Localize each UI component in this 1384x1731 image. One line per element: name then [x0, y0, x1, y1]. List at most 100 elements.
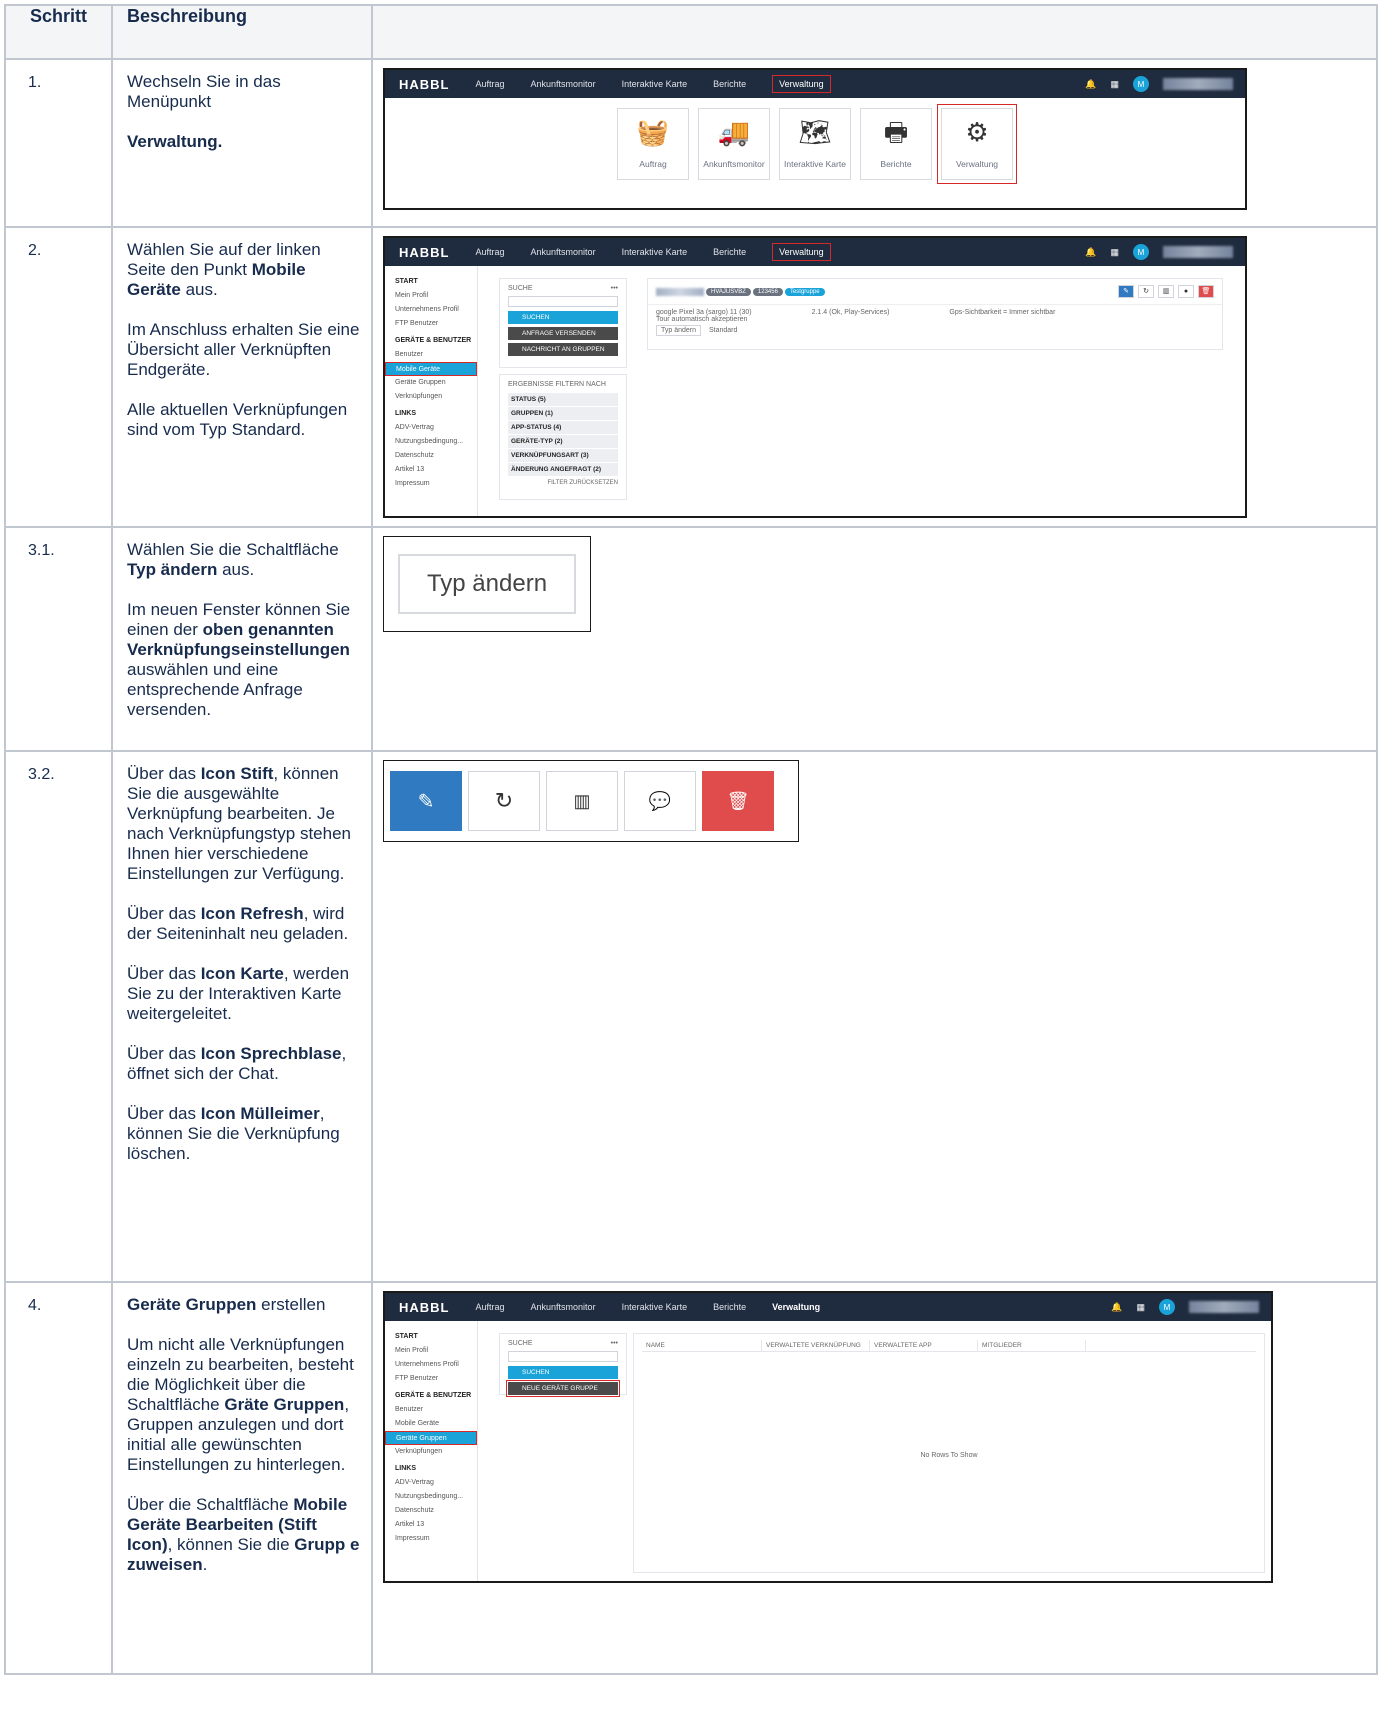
- new-group-button[interactable]: NEUE GERÄTE GRUPPE: [506, 1380, 620, 1397]
- sidebar-item-ftp[interactable]: FTP Benutzer: [395, 1372, 477, 1386]
- sidebar-item-groups[interactable]: Geräte Gruppen: [395, 376, 477, 390]
- map-icon[interactable]: ▥: [1158, 285, 1174, 298]
- screenshot-cell: HABBL Auftrag Ankunftsmonitor Interaktiv…: [371, 58, 1378, 228]
- sidebar-item-groups[interactable]: Geräte Gruppen: [385, 1431, 477, 1445]
- sidebar-item-mobile[interactable]: Mobile Geräte: [385, 362, 477, 376]
- avatar[interactable]: M: [1159, 1299, 1175, 1315]
- nav-berichte[interactable]: Berichte: [713, 247, 746, 257]
- chat-icon[interactable]: 💬: [624, 771, 696, 831]
- text: Über das: [127, 764, 201, 783]
- pencil-icon[interactable]: ✎: [1118, 285, 1134, 298]
- column-managed-app[interactable]: VERWALTETE APP: [870, 1340, 978, 1351]
- pencil-icon[interactable]: ✎: [390, 771, 462, 831]
- screenshot-cell: ✎ ↻ ▥ 💬 🗑: [371, 750, 1378, 1283]
- filter-app-status[interactable]: APP-STATUS (4): [508, 421, 618, 434]
- app-logo: HABBL: [399, 244, 450, 260]
- nav-ankunftsmonitor[interactable]: Ankunftsmonitor: [531, 79, 596, 89]
- nav-ankunftsmonitor[interactable]: Ankunftsmonitor: [531, 1302, 596, 1312]
- sidebar-item-mobile[interactable]: Mobile Geräte: [395, 1417, 477, 1431]
- sidebar-item-terms[interactable]: Nutzungsbedingung...: [395, 1490, 477, 1504]
- change-type-button-zoom[interactable]: Typ ändern: [398, 554, 576, 614]
- send-request-button[interactable]: ANFRAGE VERSENDEN: [508, 327, 618, 340]
- message-groups-button[interactable]: NACHRICHT AN GRUPPEN: [508, 343, 618, 356]
- filter-reset-link[interactable]: FILTER ZURÜCKSETZEN: [500, 477, 626, 486]
- search-button[interactable]: SUCHEN: [508, 311, 618, 324]
- refresh-icon[interactable]: ↻: [1138, 285, 1154, 298]
- tile-karte[interactable]: 🗺 Interaktive Karte: [779, 108, 851, 180]
- search-input[interactable]: [508, 296, 618, 307]
- filter-status[interactable]: STATUS (5): [508, 393, 618, 406]
- header-step: Schritt: [4, 4, 113, 60]
- column-managed-link[interactable]: VERWALTETE VERKNÜPFUNG: [762, 1340, 870, 1351]
- nav-verwaltung[interactable]: Verwaltung: [772, 1302, 820, 1312]
- tile-auftrag[interactable]: 🧺 Auftrag: [617, 108, 689, 180]
- filter-change-requested[interactable]: ÄNDERUNG ANGEFRAGT (2): [508, 463, 618, 476]
- sidebar-item-imprint[interactable]: Impressum: [395, 477, 477, 491]
- nav-karte[interactable]: Interaktive Karte: [622, 247, 688, 257]
- screenshot-verwaltung: HABBL Auftrag Ankunftsmonitor Interaktiv…: [383, 68, 1247, 210]
- nav-auftrag[interactable]: Auftrag: [476, 1302, 505, 1312]
- nav-auftrag[interactable]: Auftrag: [476, 247, 505, 257]
- sidebar-section-links: LINKS: [395, 410, 416, 417]
- sidebar-item-imprint[interactable]: Impressum: [395, 1532, 477, 1546]
- filter-link-type[interactable]: VERKNÜPFUNGSART (3): [508, 449, 618, 462]
- avatar[interactable]: M: [1133, 244, 1149, 260]
- gps-visibility: Gps-Sichtbarkeit = Immer sichtbar: [949, 309, 1056, 316]
- nav-berichte[interactable]: Berichte: [713, 79, 746, 89]
- trash-icon[interactable]: 🗑: [1198, 285, 1214, 298]
- sidebar-item-art13[interactable]: Artikel 13: [395, 463, 477, 477]
- sidebar-item-art13[interactable]: Artikel 13: [395, 1518, 477, 1532]
- groups-table: NAME VERWALTETE VERKNÜPFUNG VERWALTETE A…: [633, 1333, 1265, 1573]
- nav-verwaltung[interactable]: Verwaltung: [772, 75, 831, 93]
- search-button[interactable]: SUCHEN: [508, 1366, 618, 1379]
- sidebar-item-ftp[interactable]: FTP Benutzer: [395, 317, 477, 331]
- column-name[interactable]: NAME: [642, 1340, 762, 1351]
- sidebar-item-privacy[interactable]: Datenschutz: [395, 449, 477, 463]
- grid-icon[interactable]: ▦: [1110, 247, 1119, 258]
- sidebar-item-adv[interactable]: ADV-Vertrag: [395, 1476, 477, 1490]
- sidebar-item-profile[interactable]: Mein Profil: [395, 1344, 477, 1358]
- trash-icon[interactable]: 🗑: [702, 771, 774, 831]
- sidebar-item-adv[interactable]: ADV-Vertrag: [395, 421, 477, 435]
- grid-icon[interactable]: ▦: [1110, 79, 1119, 90]
- search-panel: SUCHE ••• SUCHEN NEUE GERÄTE GRUPPE: [499, 1333, 627, 1397]
- filter-device-type[interactable]: GERÄTE-TYP (2): [508, 435, 618, 448]
- sidebar: START Mein Profil Unternehmens Profil FT…: [385, 1321, 478, 1581]
- column-members[interactable]: MITGLIEDER: [978, 1340, 1086, 1351]
- tile-verwaltung[interactable]: ⚙ Verwaltung: [937, 104, 1017, 184]
- grid-icon[interactable]: ▦: [1136, 1302, 1145, 1313]
- sidebar-item-company[interactable]: Unternehmens Profil: [395, 303, 477, 317]
- filter-groups[interactable]: GRUPPEN (1): [508, 407, 618, 420]
- tile-berichte[interactable]: 🖶 Berichte: [860, 108, 932, 180]
- sidebar-item-links[interactable]: Verknüpfungen: [395, 390, 477, 404]
- sidebar-item-users[interactable]: Benutzer: [395, 1403, 477, 1417]
- change-type-button[interactable]: Typ ändern: [656, 325, 702, 336]
- text: auswählen und eine entsprechende Anfrage…: [127, 660, 303, 719]
- nav-auftrag[interactable]: Auftrag: [476, 79, 505, 89]
- map-icon[interactable]: ▥: [546, 771, 618, 831]
- sidebar-item-privacy[interactable]: Datenschutz: [395, 1504, 477, 1518]
- avatar[interactable]: M: [1133, 76, 1149, 92]
- sidebar-item-terms[interactable]: Nutzungsbedingung...: [395, 435, 477, 449]
- sidebar-item-links[interactable]: Verknüpfungen: [395, 1445, 477, 1459]
- bell-icon[interactable]: 🔔: [1085, 79, 1096, 90]
- nav-karte[interactable]: Interaktive Karte: [622, 1302, 688, 1312]
- sidebar-item-company[interactable]: Unternehmens Profil: [395, 1358, 477, 1372]
- bell-icon[interactable]: 🔔: [1085, 247, 1096, 258]
- sidebar-item-profile[interactable]: Mein Profil: [395, 289, 477, 303]
- nav-karte[interactable]: Interaktive Karte: [622, 79, 688, 89]
- chat-icon[interactable]: ●: [1178, 285, 1194, 298]
- bold-text: Typ ändern: [127, 560, 218, 579]
- nav-ankunftsmonitor[interactable]: Ankunftsmonitor: [531, 247, 596, 257]
- sidebar-item-users[interactable]: Benutzer: [395, 348, 477, 362]
- step-number: 1.: [4, 58, 113, 228]
- refresh-icon[interactable]: ↻: [468, 771, 540, 831]
- nav-verwaltung[interactable]: Verwaltung: [772, 243, 831, 261]
- more-icon[interactable]: •••: [611, 1340, 618, 1347]
- nav-berichte[interactable]: Berichte: [713, 1302, 746, 1312]
- tile-ankunftsmonitor[interactable]: 🚚 Ankunftsmonitor: [698, 108, 770, 180]
- app-version: 2.1.4 (Ok, Play-Services): [811, 309, 890, 316]
- more-icon[interactable]: •••: [611, 285, 618, 292]
- search-input[interactable]: [508, 1351, 618, 1362]
- bell-icon[interactable]: 🔔: [1111, 1302, 1122, 1313]
